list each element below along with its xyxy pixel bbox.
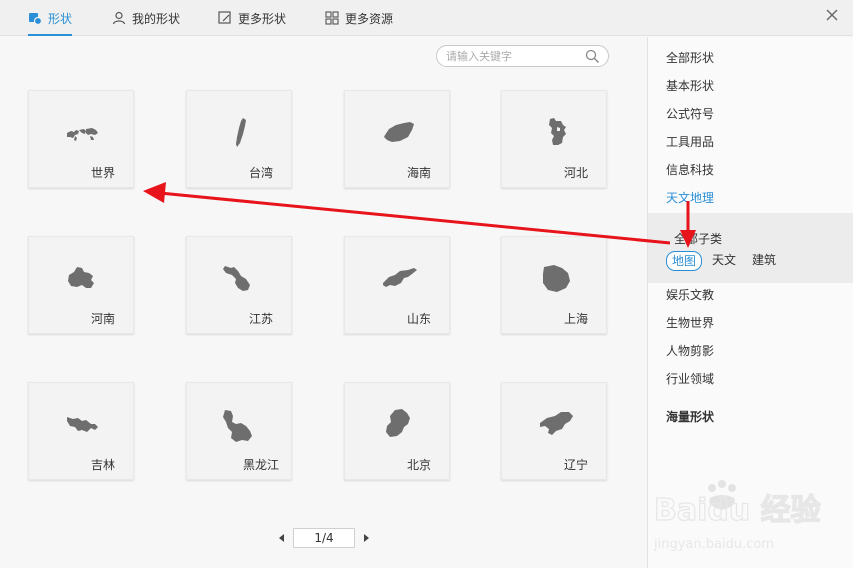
shape-card-hebei[interactable]: 河北 — [501, 90, 607, 188]
close-icon[interactable] — [823, 6, 841, 24]
beijing-map-icon — [386, 409, 410, 437]
search-input[interactable] — [446, 48, 581, 64]
shape-card-label: 辽宁 — [563, 458, 588, 472]
taiwan-map-icon — [236, 118, 246, 147]
heilongjiang-map-icon — [223, 410, 252, 442]
subcategory-panel: 全部子类 地图 天文 建筑 — [648, 213, 853, 283]
tab-label: 更多资源 — [345, 11, 394, 26]
shape-card-label: 山东 — [406, 312, 431, 326]
category-formula-symbols[interactable]: 公式符号 — [666, 105, 714, 122]
shape-gallery: 世界 台湾 海南 河北 河南 江苏 山东 — [0, 37, 647, 568]
prev-page-button[interactable] — [277, 528, 287, 548]
edit-shape-icon — [218, 11, 231, 24]
hebei-map-icon — [549, 118, 566, 145]
shape-card-label: 世界 — [90, 166, 115, 180]
shape-card-label: 河北 — [563, 166, 588, 180]
shape-card-beijing[interactable]: 北京 — [344, 382, 450, 480]
shape-card-label: 吉林 — [90, 458, 115, 472]
shanghai-map-icon — [543, 265, 570, 292]
category-silhouettes[interactable]: 人物剪影 — [666, 342, 714, 359]
tab-label: 我的形状 — [132, 11, 181, 26]
shape-card-label: 台湾 — [248, 166, 273, 180]
shandong-map-icon — [383, 268, 417, 287]
subcategory-all[interactable]: 全部子类 — [674, 230, 722, 247]
hainan-map-icon — [384, 122, 414, 142]
category-sidebar: 全部形状 基本形状 公式符号 工具用品 信息科技 天文地理 全部子类 地图 天文… — [647, 37, 853, 568]
shape-card-shandong[interactable]: 山东 — [344, 236, 450, 334]
tab-my-shapes[interactable]: 我的形状 — [112, 0, 180, 36]
pagination: 1/4 — [277, 528, 371, 548]
liaoning-map-icon — [540, 412, 573, 435]
shape-card-taiwan[interactable]: 台湾 — [186, 90, 292, 188]
tab-more-shapes[interactable]: 更多形状 — [218, 0, 286, 36]
shape-card-label: 江苏 — [248, 312, 273, 326]
shape-card-label: 上海 — [563, 312, 588, 326]
search-box[interactable] — [436, 45, 609, 67]
triangle-left-icon — [279, 534, 284, 542]
category-entertainment[interactable]: 娱乐文教 — [666, 286, 714, 303]
category-basic-shapes[interactable]: 基本形状 — [666, 77, 714, 94]
category-massive-shapes[interactable]: 海量形状 — [666, 408, 714, 425]
category-astro-geo[interactable]: 天文地理 — [666, 189, 714, 206]
category-industry[interactable]: 行业领域 — [666, 370, 714, 387]
search-icon[interactable] — [585, 49, 600, 64]
shapes-icon — [29, 13, 42, 25]
shape-card-world[interactable]: 世界 — [28, 90, 134, 188]
category-tools[interactable]: 工具用品 — [666, 133, 714, 150]
category-info-tech[interactable]: 信息科技 — [666, 161, 714, 178]
shape-card-hainan[interactable]: 海南 — [344, 90, 450, 188]
shape-card-jiangsu[interactable]: 江苏 — [186, 236, 292, 334]
subcategory-astronomy[interactable]: 天文 — [707, 251, 741, 271]
shape-card-shanghai[interactable]: 上海 — [501, 236, 607, 334]
category-biology[interactable]: 生物世界 — [666, 314, 714, 331]
subcategory-architecture[interactable]: 建筑 — [747, 251, 781, 271]
world-map-icon — [67, 128, 98, 141]
page-indicator[interactable]: 1/4 — [293, 528, 355, 548]
category-all-shapes[interactable]: 全部形状 — [666, 49, 714, 66]
shape-card-label: 河南 — [90, 312, 115, 326]
tab-label: 更多形状 — [238, 11, 287, 26]
subcategory-map[interactable]: 地图 — [666, 251, 703, 271]
jiangsu-map-icon — [223, 266, 250, 291]
tab-label: 形状 — [48, 11, 73, 26]
shape-card-henan[interactable]: 河南 — [28, 236, 134, 334]
shape-card-jilin[interactable]: 吉林 — [28, 382, 134, 480]
next-page-button[interactable] — [361, 528, 371, 548]
shape-card-heilongjiang[interactable]: 黑龙江 — [186, 382, 292, 480]
shape-card-label: 北京 — [406, 458, 431, 472]
tab-bar: 形状 我的形状 更多形状 更多资源 — [0, 0, 853, 36]
tab-more-resources[interactable]: 更多资源 — [325, 0, 393, 36]
shape-card-label: 海南 — [406, 166, 431, 180]
triangle-right-icon — [364, 534, 369, 542]
shape-card-label: 黑龙江 — [242, 458, 279, 472]
grid-icon — [325, 11, 339, 25]
henan-map-icon — [68, 267, 94, 288]
shape-card-liaoning[interactable]: 辽宁 — [501, 382, 607, 480]
tab-shapes[interactable]: 形状 — [28, 0, 73, 36]
jilin-map-icon — [67, 417, 98, 432]
user-icon — [112, 11, 126, 25]
